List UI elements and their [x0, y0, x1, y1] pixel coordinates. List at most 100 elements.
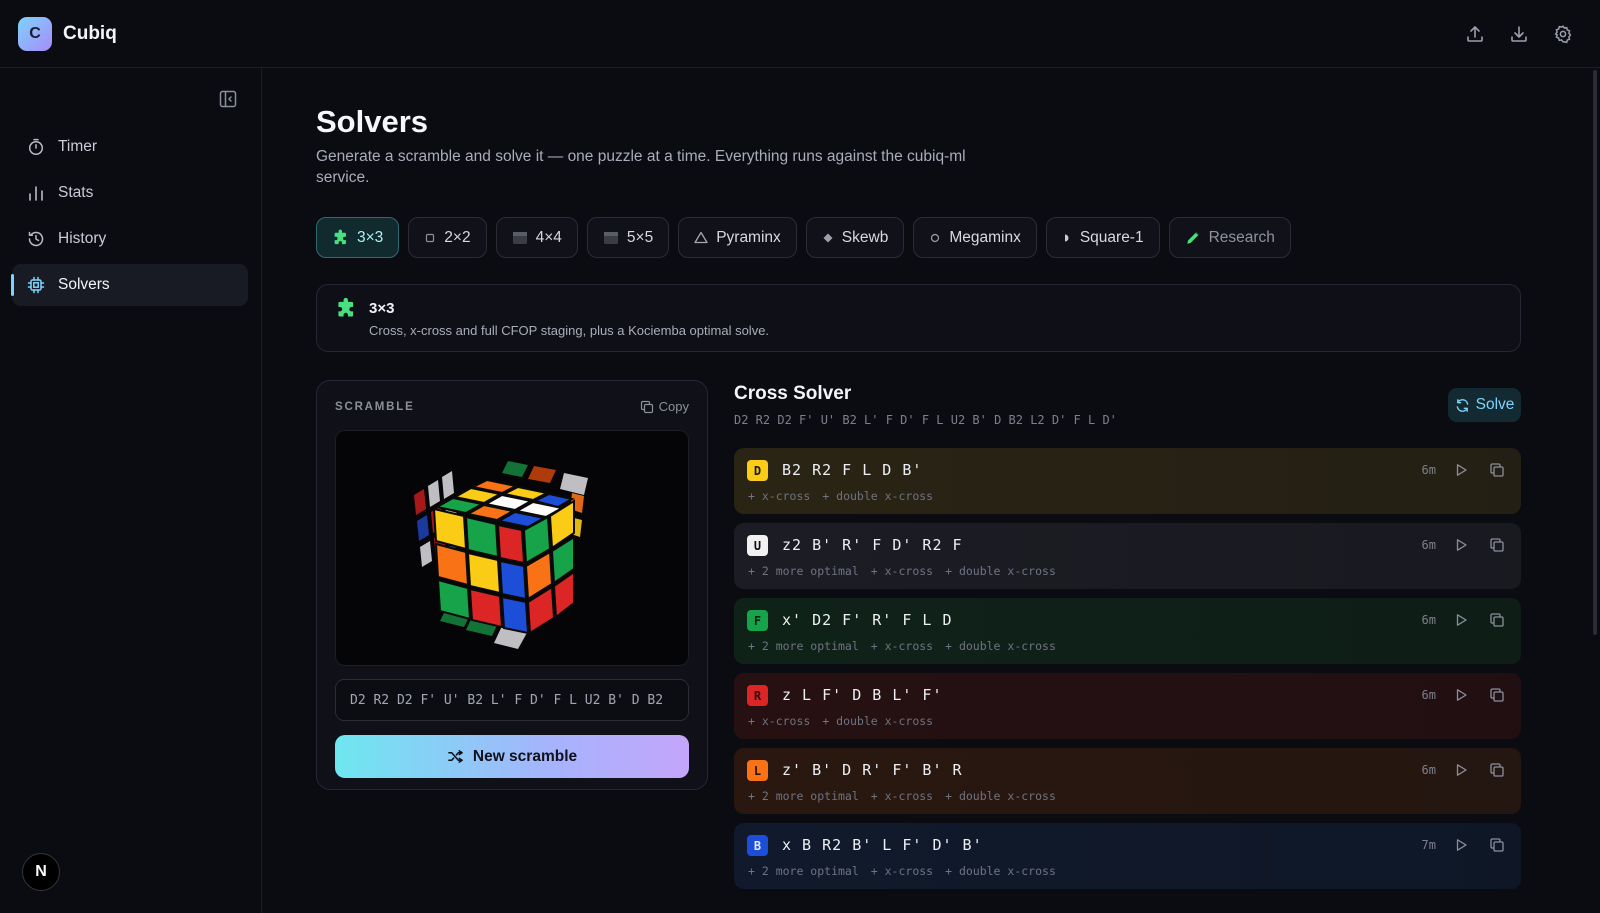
scramble-input[interactable]: D2 R2 D2 F' U' B2 L' F D' F L U2 B' D B2	[335, 679, 689, 721]
tab-label: 5×5	[626, 228, 654, 246]
app-name: Cubiq	[63, 22, 117, 44]
copy-scramble-button[interactable]: Copy	[640, 399, 689, 414]
sidebar-collapse-icon[interactable]	[218, 89, 240, 111]
face-badge: R	[747, 685, 768, 706]
tab-skewb[interactable]: Skewb	[805, 217, 905, 258]
solution-time: 7m	[1421, 838, 1436, 852]
solution-row[interactable]: Uz2 B' R' F D' R2 F + 2 more optimal + x-c…	[734, 523, 1521, 589]
tab-4x4[interactable]: 4×4	[495, 217, 578, 258]
puzzle-tabs: 3×3 2×2 4×4 5×5 Pyraminx Skewb Megaminx …	[316, 217, 1291, 258]
solution-row[interactable]: Fx' D2 F' R' F L D + 2 more optimal + x-cr…	[734, 598, 1521, 664]
puzzle-info-description: Cross, x-cross and full CFOP staging, pl…	[369, 323, 770, 338]
tab-label: Square-1	[1079, 228, 1144, 246]
solution-row[interactable]: Lz' B' D R' F' B' R + 2 more optimal + x-c…	[734, 748, 1521, 814]
sidebar-item-label: Timer	[58, 138, 98, 155]
tab-square-1[interactable]: Square-1	[1045, 217, 1160, 258]
scramble-label: SCRAMBLE	[335, 401, 415, 413]
copy-icon	[640, 400, 654, 414]
play-icon[interactable]	[1453, 462, 1469, 478]
copy-icon[interactable]	[1489, 612, 1505, 628]
play-icon[interactable]	[1453, 612, 1469, 628]
face-badge: D	[747, 460, 768, 481]
tab-label: 2×2	[444, 228, 471, 246]
triangle-icon	[694, 231, 708, 244]
app-logo[interactable]: C	[18, 16, 52, 51]
top-bar: C Cubiq	[0, 0, 1600, 68]
diamond-icon	[822, 232, 834, 244]
solution-tag: + double x-cross	[822, 714, 934, 728]
solution-moves: B2 R2 F L D B'	[782, 461, 923, 479]
sidebar-item-solvers[interactable]: Solvers	[11, 264, 248, 306]
play-icon[interactable]	[1453, 762, 1469, 778]
tab-label: Pyraminx	[716, 228, 781, 246]
solution-tag: + x-cross	[870, 789, 934, 803]
solution-row[interactable]: Rz L F' D B L' F' + x-cross + double x-cro…	[734, 673, 1521, 739]
small-square-icon	[424, 232, 436, 244]
tab-5x5[interactable]: 5×5	[586, 217, 670, 258]
avatar[interactable]: N	[22, 853, 60, 891]
settings-icon[interactable]	[1552, 23, 1574, 45]
solution-tag: + x-cross	[748, 489, 811, 503]
new-scramble-button[interactable]: New scramble	[335, 735, 689, 778]
copy-icon[interactable]	[1489, 462, 1505, 478]
solution-moves: x' D2 F' R' F L D	[782, 611, 953, 629]
copy-icon[interactable]	[1489, 762, 1505, 778]
tab-2x2[interactable]: 2×2	[408, 217, 487, 258]
sidebar-item-history[interactable]: History	[12, 218, 248, 260]
scrollbar[interactable]	[1593, 70, 1597, 635]
tab-label: Megaminx	[949, 228, 1021, 246]
play-icon[interactable]	[1453, 837, 1469, 853]
puzzle-icon	[332, 229, 349, 246]
play-icon[interactable]	[1453, 687, 1469, 703]
copy-icon[interactable]	[1489, 687, 1505, 703]
solution-tag: + double x-cross	[945, 639, 1056, 653]
solution-moves: x B R2 B' L F' D' B'	[782, 836, 983, 854]
face-badge: L	[747, 760, 768, 781]
sidebar-item-label: History	[58, 230, 107, 247]
copy-label: Copy	[658, 399, 689, 414]
puzzle-info-title: 3×3	[369, 300, 395, 317]
solution-row[interactable]: D B2 R2 F L D B' + x-cross + double x-cross…	[734, 448, 1521, 514]
copy-icon[interactable]	[1489, 837, 1505, 853]
stopwatch-icon	[27, 138, 45, 156]
solver-title: Cross Solver	[734, 383, 852, 404]
solution-tags: + 2 more optimal + x-cross + double x-cros…	[748, 789, 1068, 803]
solution-tag: + 2 more optimal	[748, 639, 859, 653]
solution-tags: + 2 more optimal + x-cross + double x-cros…	[748, 639, 1068, 653]
sidebar-item-timer[interactable]: Timer	[12, 126, 248, 168]
sidebar: Timer Stats History Solvers N	[0, 68, 262, 913]
refresh-icon	[1455, 398, 1470, 413]
solution-moves: z2 B' R' F D' R2 F	[782, 536, 963, 554]
bar-chart-icon	[27, 184, 45, 202]
tab-research[interactable]: Research	[1168, 217, 1291, 258]
tab-pyraminx[interactable]: Pyraminx	[678, 217, 797, 258]
page-subtitle: Generate a scramble and solve it — one p…	[316, 148, 966, 186]
solve-button[interactable]: Solve	[1448, 388, 1521, 422]
play-icon[interactable]	[1453, 537, 1469, 553]
sidebar-item-label: Solvers	[58, 276, 110, 293]
tab-label: Skewb	[841, 228, 889, 246]
main-content: Solvers Generate a scramble and solve it…	[263, 68, 1600, 913]
solution-row[interactable]: Bx B R2 B' L F' D' B' + 2 more optimal + x…	[734, 823, 1521, 889]
circle-icon	[929, 232, 941, 244]
square-icon	[512, 231, 528, 245]
solution-tag: + double x-cross	[945, 864, 1056, 878]
tab-3x3[interactable]: 3×3	[316, 217, 400, 258]
solution-tags: + x-cross + double x-cross	[748, 714, 945, 728]
copy-icon[interactable]	[1489, 537, 1505, 553]
tab-label: Research	[1208, 228, 1275, 246]
solution-tags: + 2 more optimal + x-cross + double x-cros…	[748, 564, 1068, 578]
header-actions	[1464, 23, 1582, 45]
sidebar-item-stats[interactable]: Stats	[12, 172, 248, 214]
cube-3d-view[interactable]	[335, 430, 689, 666]
solution-list: D B2 R2 F L D B' + x-cross + double x-cross…	[734, 448, 1521, 898]
download-icon[interactable]	[1508, 23, 1530, 45]
tab-megaminx[interactable]: Megaminx	[913, 217, 1037, 258]
solve-label: Solve	[1475, 396, 1515, 413]
upload-icon[interactable]	[1464, 23, 1486, 45]
solution-tag: + 2 more optimal	[748, 564, 859, 578]
solution-tag: + x-cross	[748, 714, 811, 728]
history-icon	[27, 230, 45, 248]
solution-tag: + 2 more optimal	[748, 789, 859, 803]
sidebar-item-label: Stats	[58, 184, 94, 201]
